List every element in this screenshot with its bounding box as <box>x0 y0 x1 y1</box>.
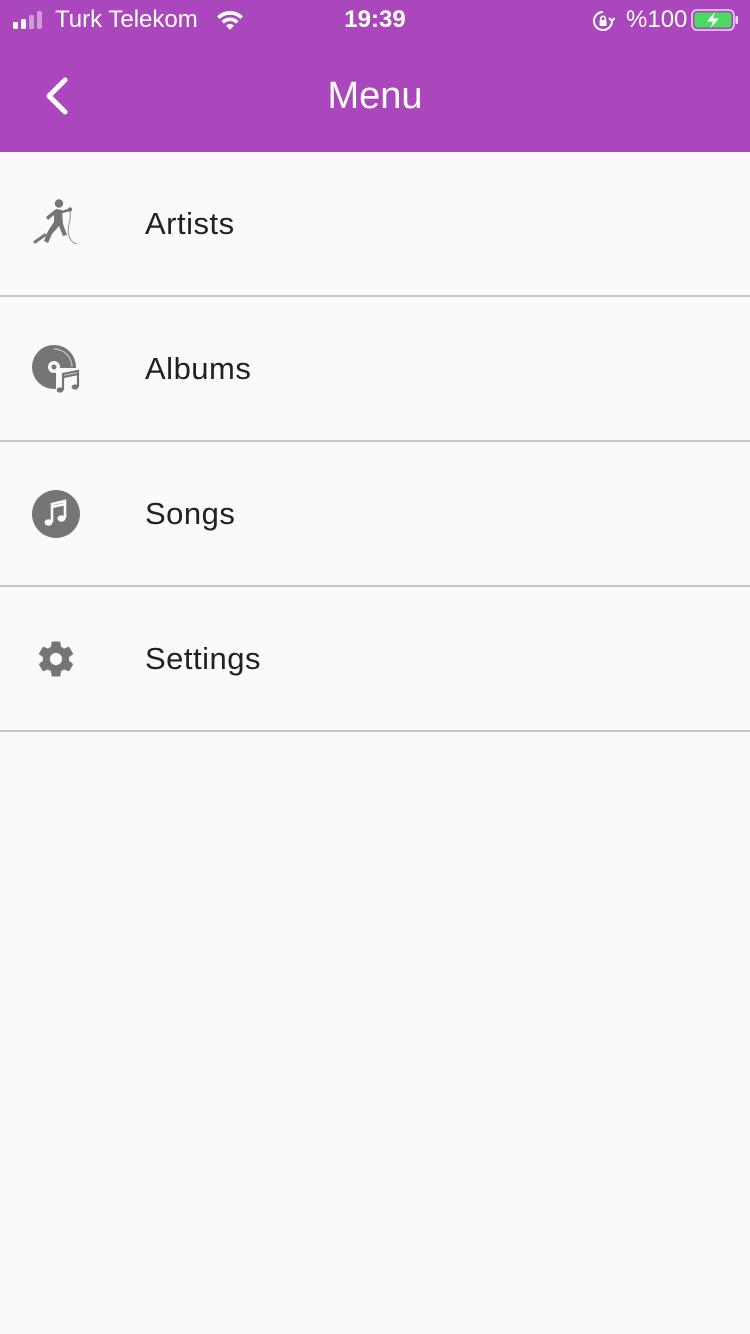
menu-item-label: Settings <box>145 640 262 676</box>
menu-item-label: Artists <box>145 205 235 241</box>
gear-icon <box>28 631 84 687</box>
menu-item-songs[interactable]: Songs <box>0 442 750 587</box>
menu-item-artists[interactable]: Artists <box>0 152 750 297</box>
singer-icon <box>28 196 84 252</box>
music-note-icon <box>28 486 84 542</box>
rotation-lock-icon <box>593 11 615 31</box>
status-bar: Turk Telekom 19:39 %100 <box>0 0 750 40</box>
menu-item-label: Songs <box>145 495 236 531</box>
page-title: Menu <box>327 75 423 117</box>
menu-item-albums[interactable]: Albums <box>0 297 750 442</box>
menu-list: Artists Albums Songs Settings <box>0 152 750 732</box>
menu-item-label: Albums <box>145 350 252 386</box>
battery-percentage: %100 <box>626 6 688 33</box>
menu-item-settings[interactable]: Settings <box>0 587 750 732</box>
app-bar: Turk Telekom 19:39 %100 Menu <box>0 0 750 152</box>
battery-charging-icon <box>691 9 738 31</box>
album-music-icon <box>28 341 84 397</box>
